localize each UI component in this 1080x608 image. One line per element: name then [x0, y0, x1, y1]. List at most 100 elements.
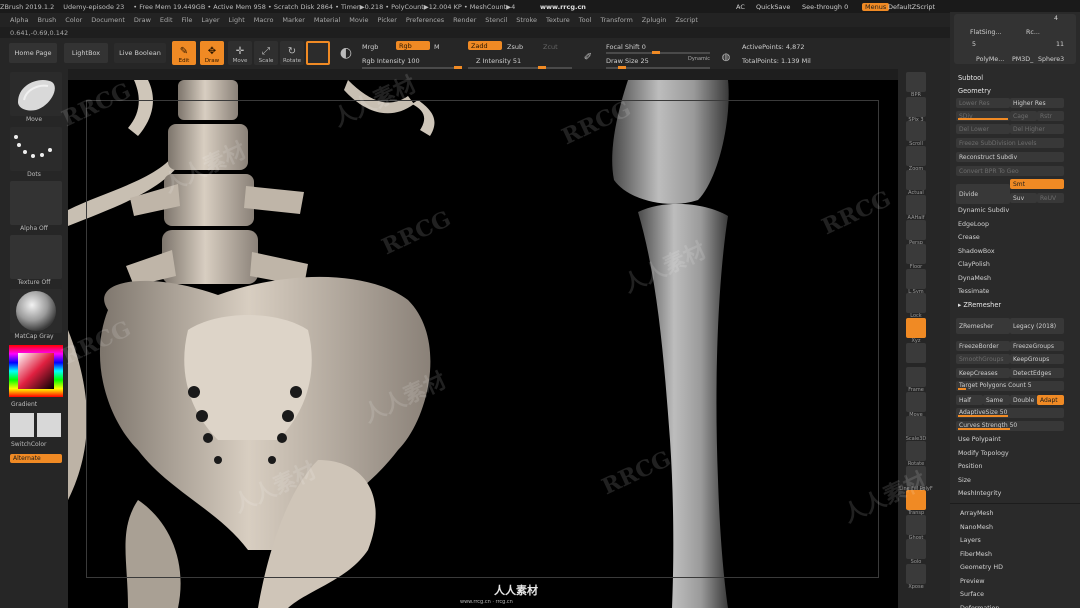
smooth-groups-toggle[interactable]: SmoothGroups	[956, 354, 1010, 364]
live-boolean-button[interactable]: Live Boolean	[114, 43, 166, 63]
reuv-button[interactable]: ReUV	[1037, 193, 1064, 203]
rtool-zoom-button[interactable]	[906, 145, 926, 166]
menus-button[interactable]: Menus	[862, 2, 890, 11]
zremesher-section[interactable]: ▸ ZRemesher	[958, 301, 1001, 309]
menu-texture[interactable]: Texture	[546, 16, 570, 24]
rtool-persp-button[interactable]	[906, 219, 926, 240]
reconstruct-subdiv-button[interactable]: Reconstruct Subdiv	[956, 152, 1064, 162]
material-thumbnail[interactable]	[10, 289, 62, 333]
geom-dynamesh[interactable]: DynaMesh	[958, 275, 991, 282]
rstr-button[interactable]: Rstr	[1037, 111, 1064, 121]
legacy-toggle[interactable]: Legacy (2018)	[1010, 318, 1064, 334]
keep-groups-toggle[interactable]: KeepGroups	[1010, 354, 1064, 364]
ac-button[interactable]: AC	[736, 0, 745, 13]
sdiv-slider[interactable]: SDiv	[956, 111, 1010, 121]
menu-render[interactable]: Render	[453, 16, 476, 24]
double-button[interactable]: Double	[1010, 395, 1037, 405]
draw-mode-button[interactable]: ✥ Draw	[200, 41, 224, 65]
edit-mode-button[interactable]: ✎ Edit	[172, 41, 196, 65]
scale-mode-button[interactable]: ⤢ Scale	[254, 41, 278, 65]
brush-thumbnail[interactable]	[10, 72, 62, 116]
rtool-l-sym-button[interactable]	[906, 268, 926, 289]
tool-section-layers[interactable]: Layers	[960, 537, 981, 544]
tool-section-surface[interactable]: Surface	[960, 591, 984, 598]
main-color-swatch[interactable]	[10, 413, 34, 437]
menu-stroke[interactable]: Stroke	[516, 16, 537, 24]
del-higher-button[interactable]: Del Higher	[1010, 124, 1064, 134]
focal-shift-knob[interactable]	[652, 51, 660, 54]
tool-section-deformation[interactable]: Deformation	[960, 605, 999, 608]
curves-strength-slider[interactable]: Curves Strength 50	[956, 421, 1064, 431]
freeze-border-toggle[interactable]: FreezeBorder	[956, 341, 1010, 351]
lightbox-button[interactable]: LightBox	[64, 43, 108, 63]
menu-zscript[interactable]: Zscript	[675, 16, 698, 24]
lower-res-button[interactable]: Lower Res	[956, 98, 1010, 108]
rtool-floor-button[interactable]	[906, 244, 926, 265]
rtool-scale3d-button[interactable]	[906, 416, 926, 437]
menu-preferences[interactable]: Preferences	[406, 16, 444, 24]
geom-crease[interactable]: Crease	[958, 234, 980, 241]
menu-alpha[interactable]: Alpha	[10, 16, 28, 24]
geom-edgeloop[interactable]: EdgeLoop	[958, 221, 989, 228]
quicksave-button[interactable]: QuickSave	[756, 0, 790, 13]
rgb-intensity-knob[interactable]	[454, 66, 462, 69]
tool-section-preview[interactable]: Preview	[960, 578, 985, 585]
dynamic-toggle[interactable]: Dynamic	[688, 56, 710, 62]
zsub-button[interactable]: Zsub	[507, 43, 523, 51]
sphere-icon[interactable]: ◐	[334, 41, 358, 65]
menu-macro[interactable]: Macro	[254, 16, 274, 24]
same-button[interactable]: Same	[983, 395, 1010, 405]
rtool-bpr-button[interactable]	[906, 72, 926, 92]
rtool-rotate-button[interactable]	[906, 441, 926, 461]
menu-picker[interactable]: Picker	[378, 16, 397, 24]
rtool-move-button[interactable]	[906, 391, 926, 412]
freeze-groups-toggle[interactable]: FreezeGroups	[1010, 341, 1064, 351]
geometry-section[interactable]: Geometry	[958, 87, 991, 95]
zremesher-button[interactable]: ZRemesher	[956, 318, 1010, 334]
zr-position[interactable]: Position	[958, 463, 983, 470]
menu-draw[interactable]: Draw	[134, 16, 151, 24]
z-intensity-track[interactable]	[468, 67, 572, 69]
menu-document[interactable]: Document	[91, 16, 125, 24]
default-zscript-button[interactable]: DefaultZScript	[888, 0, 935, 13]
menu-light[interactable]: Light	[229, 16, 245, 24]
rtool-spix-3-button[interactable]	[906, 96, 926, 117]
rtool-blank-button[interactable]	[906, 342, 926, 363]
rtool-frame-button[interactable]	[906, 367, 926, 388]
adaptive-size-slider[interactable]: AdaptiveSize 50	[956, 408, 1064, 418]
menu-transform[interactable]: Transform	[600, 16, 632, 24]
draw-size-knob[interactable]	[618, 66, 626, 69]
canvas-viewport[interactable]	[68, 80, 898, 608]
rtool-aahalf-button[interactable]	[906, 195, 926, 215]
menu-color[interactable]: Color	[65, 16, 82, 24]
target-polygons-slider[interactable]: Target Polygons Count 5	[956, 381, 1064, 391]
alternate-button[interactable]: Alternate	[10, 454, 62, 463]
rtool-lock-button[interactable]	[906, 293, 926, 314]
rgb-intensity-track[interactable]	[362, 67, 462, 69]
zcut-button[interactable]: Zcut	[543, 43, 558, 51]
smt-toggle[interactable]: Smt	[1010, 179, 1064, 189]
tool-section-fibermesh[interactable]: FiberMesh	[960, 551, 992, 558]
z-intensity-knob[interactable]	[538, 66, 546, 69]
draw-size-icon[interactable]: ◍	[718, 41, 734, 65]
rgb-button[interactable]: Rgb	[396, 41, 430, 50]
menu-material[interactable]: Material	[314, 16, 340, 24]
zr-meshintegrity[interactable]: MeshIntegrity	[958, 490, 1001, 497]
move-mode-button[interactable]: ✛ Move	[228, 41, 252, 65]
menu-brush[interactable]: Brush	[37, 16, 56, 24]
menu-file[interactable]: File	[182, 16, 193, 24]
geom-shadowbox[interactable]: ShadowBox	[958, 248, 995, 255]
menu-edit[interactable]: Edit	[160, 16, 173, 24]
rtool-ghost-button[interactable]	[906, 514, 926, 535]
zr-modify-topology[interactable]: Modify Topology	[958, 450, 1009, 457]
rtool-xyz-button[interactable]	[906, 318, 926, 338]
zr-size[interactable]: Size	[958, 477, 971, 484]
secondary-color-swatch[interactable]	[37, 413, 61, 437]
draw-size-slider[interactable]: Draw Size 25	[606, 57, 649, 65]
rotate-mode-button[interactable]: ↻ Rotate	[280, 41, 304, 65]
menu-stencil[interactable]: Stencil	[485, 16, 507, 24]
menu-zplugin[interactable]: Zplugin	[642, 16, 667, 24]
suv-toggle[interactable]: Suv	[1010, 193, 1037, 203]
gizmo-icon[interactable]	[306, 41, 330, 65]
cage-button[interactable]: Cage	[1010, 111, 1037, 121]
